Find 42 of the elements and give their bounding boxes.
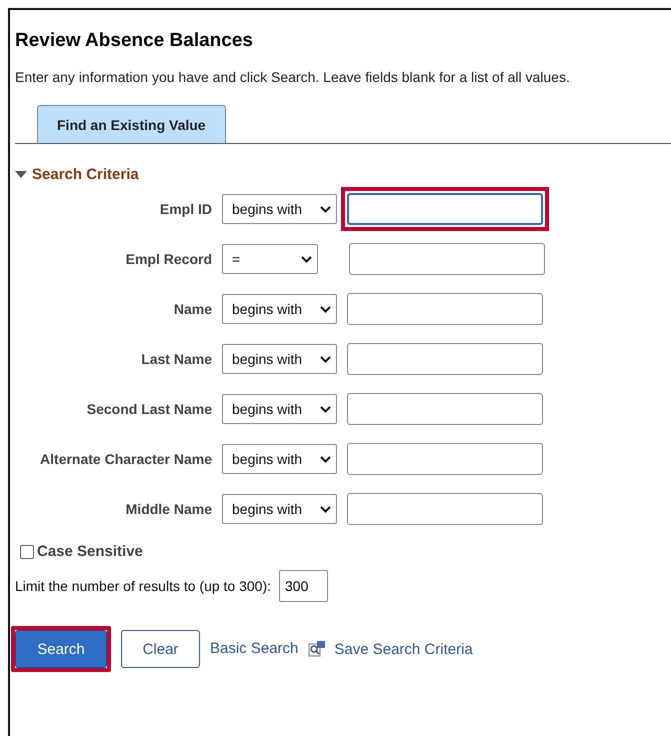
input-field[interactable] bbox=[347, 393, 543, 425]
field-label: Second Last Name bbox=[86, 401, 212, 417]
limit-label: Limit the number of results to (up to 300): bbox=[15, 578, 272, 594]
operator-dropdown[interactable]: = bbox=[222, 244, 318, 274]
clear-button[interactable]: Clear bbox=[121, 630, 200, 668]
checkbox[interactable] bbox=[20, 544, 34, 558]
instructions-text: Enter any information you have and click Search. Leave fields blank for a list of all values. bbox=[15, 69, 571, 85]
operator-dropdown[interactable]: begins with bbox=[222, 444, 337, 474]
input-field[interactable] bbox=[347, 443, 543, 475]
field-label: Name bbox=[172, 301, 212, 317]
save-search-icon[interactable] bbox=[308, 640, 326, 658]
limit-field[interactable]: 300 bbox=[279, 570, 328, 602]
page-title: Review Absence Balances bbox=[15, 30, 254, 52]
checkbox-label: Case Sensitive bbox=[37, 543, 143, 560]
tab[interactable]: Find an Existing Value bbox=[37, 105, 226, 143]
field-label: Middle Name bbox=[124, 501, 212, 517]
operator-dropdown[interactable]: begins with bbox=[222, 344, 337, 374]
chevron-down-icon bbox=[320, 206, 331, 212]
input-field[interactable] bbox=[349, 243, 545, 275]
chevron-down-icon bbox=[320, 506, 331, 512]
field-label: Empl ID bbox=[158, 201, 212, 217]
search-button[interactable]: Search bbox=[15, 630, 107, 668]
input-field[interactable] bbox=[347, 293, 543, 325]
input-field[interactable] bbox=[347, 343, 543, 375]
operator-dropdown[interactable]: begins with bbox=[222, 394, 337, 424]
operator-dropdown[interactable]: begins with bbox=[222, 494, 337, 524]
basic-search-link[interactable]: Basic Search bbox=[210, 640, 298, 657]
input-field[interactable] bbox=[347, 193, 543, 225]
operator-dropdown[interactable]: begins with bbox=[222, 194, 337, 224]
chevron-down-icon bbox=[320, 356, 331, 362]
field-label: Empl Record bbox=[124, 251, 212, 267]
save-search-criteria-link[interactable]: Save Search Criteria bbox=[334, 640, 473, 658]
field-label: Last Name bbox=[140, 351, 212, 367]
chevron-down-icon bbox=[320, 306, 331, 312]
chevron-down-icon bbox=[320, 456, 331, 462]
section-heading[interactable]: Search Criteria bbox=[32, 166, 139, 183]
operator-dropdown[interactable]: begins with bbox=[222, 294, 337, 324]
field-label: Alternate Character Name bbox=[39, 451, 212, 467]
collapse-triangle-icon[interactable] bbox=[15, 170, 27, 178]
chevron-down-icon bbox=[320, 406, 331, 412]
chevron-down-icon bbox=[301, 256, 312, 262]
input-field[interactable] bbox=[347, 493, 543, 525]
